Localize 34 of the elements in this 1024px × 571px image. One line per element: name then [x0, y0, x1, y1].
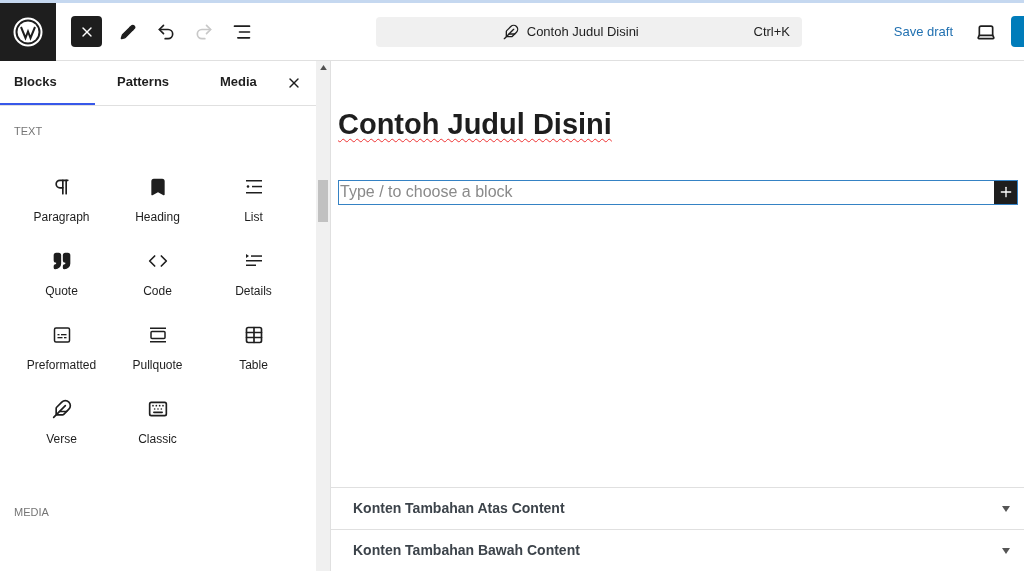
- feather-icon: [502, 23, 519, 40]
- block-item[interactable]: Verse: [14, 398, 109, 448]
- scrollbar[interactable]: [316, 61, 330, 571]
- table-icon: [243, 324, 264, 345]
- shortcut-hint: Ctrl+K: [753, 22, 790, 41]
- document-title: Contoh Judul Disini: [526, 22, 639, 41]
- section-heading: MEDIA: [14, 504, 50, 520]
- meta-box-header[interactable]: Konten Tambahan Atas Content: [331, 487, 1024, 529]
- block-item[interactable]: Quote: [14, 250, 109, 300]
- inserter-tab[interactable]: Patterns: [95, 61, 191, 105]
- inserter-tab[interactable]: Media: [190, 61, 286, 105]
- block-item[interactable]: List: [206, 176, 301, 226]
- add-block-button[interactable]: [994, 180, 1017, 204]
- feather-icon: [51, 398, 72, 419]
- preformatted-icon: [51, 324, 72, 345]
- block-item[interactable]: Code: [110, 250, 205, 300]
- inserter-tab[interactable]: Blocks: [0, 61, 96, 105]
- scrollbar-thumb[interactable]: [318, 180, 328, 222]
- block-item[interactable]: Classic: [110, 398, 205, 448]
- block-item[interactable]: Preformatted: [14, 324, 109, 374]
- block-item[interactable]: Details: [206, 250, 301, 300]
- close-inserter-button[interactable]: [71, 16, 102, 47]
- meta-box-header[interactable]: Konten Tambahan Bawah Content: [331, 529, 1024, 571]
- block-item[interactable]: Pullquote: [110, 324, 205, 374]
- post-title[interactable]: Contoh Judul Disini: [338, 103, 1018, 147]
- block-item[interactable]: Paragraph: [14, 176, 109, 226]
- section-heading: TEXT: [14, 124, 44, 139]
- save-draft-link[interactable]: Save draft: [893, 21, 953, 42]
- wordpress-logo[interactable]: [0, 2, 56, 61]
- quote-icon: [51, 250, 72, 271]
- block-item[interactable]: Table: [206, 324, 301, 374]
- command-bar[interactable]: Contoh Judul Disini Ctrl+K: [376, 16, 802, 47]
- scroll-up-icon[interactable]: [319, 65, 327, 70]
- block-item[interactable]: Heading: [110, 176, 205, 226]
